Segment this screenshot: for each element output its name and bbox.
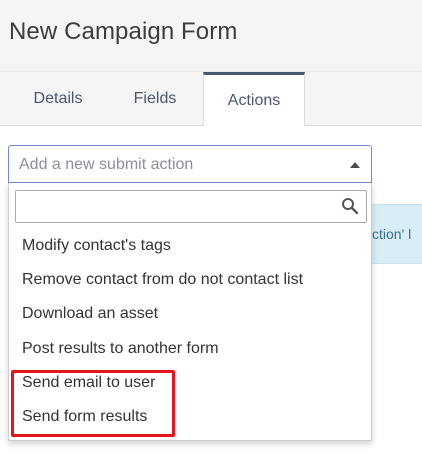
page-title: New Campaign Form	[9, 18, 238, 45]
select-placeholder: Add a new submit action	[19, 156, 194, 173]
tab-actions[interactable]: Actions	[203, 72, 305, 127]
info-banner-text: ction' l	[372, 226, 412, 242]
option-modify-contact-tags[interactable]: Modify contact's tags	[9, 229, 371, 263]
option-download-asset[interactable]: Download an asset	[9, 297, 371, 331]
submit-action-select[interactable]: Add a new submit action	[8, 145, 372, 183]
submit-action-dropdown: Modify contact's tags Remove contact fro…	[8, 183, 372, 441]
tab-fields[interactable]: Fields	[106, 72, 204, 126]
dropdown-search-box[interactable]	[15, 190, 367, 223]
tab-details[interactable]: Details	[9, 72, 107, 126]
option-send-form-results[interactable]: Send form results	[9, 400, 371, 434]
caret-up-icon	[350, 162, 360, 168]
option-send-email-user[interactable]: Send email to user	[9, 366, 371, 400]
search-icon	[342, 198, 359, 215]
page-header: New Campaign Form	[0, 0, 422, 72]
dropdown-search-input[interactable]	[22, 195, 332, 219]
option-remove-contact-dnc[interactable]: Remove contact from do not contact list	[9, 263, 371, 297]
tab-bar: Details Fields Actions	[0, 72, 422, 127]
option-post-results-form[interactable]: Post results to another form	[9, 332, 371, 366]
